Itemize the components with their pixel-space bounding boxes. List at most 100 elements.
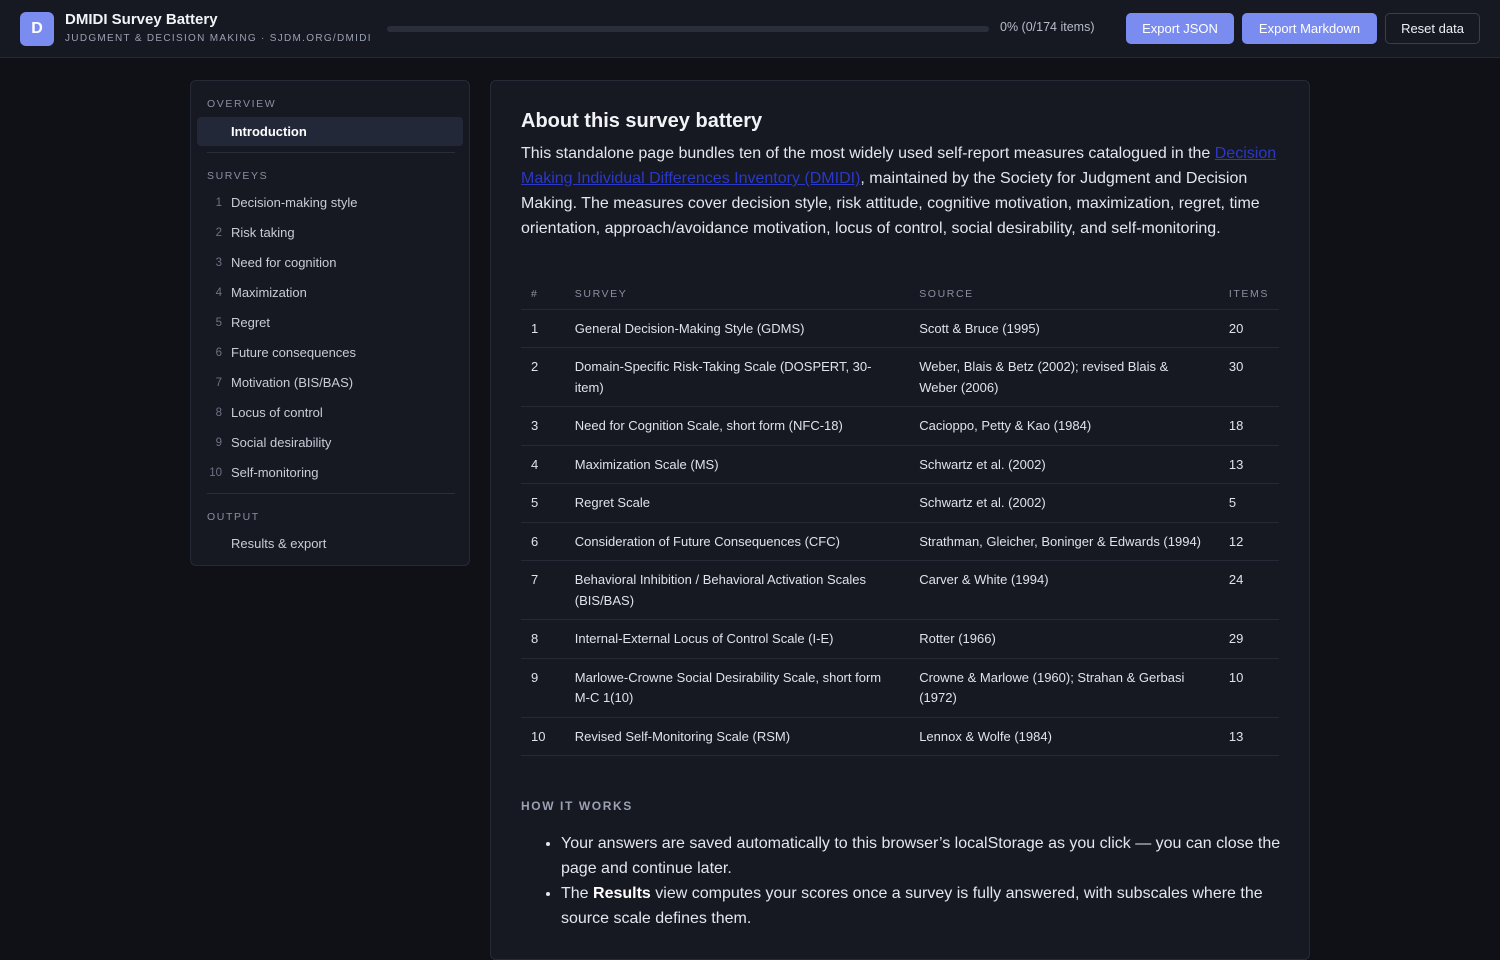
sidebar-item-need-for-cognition[interactable]: 3 Need for cognition xyxy=(197,248,463,277)
sidebar-item-number: 4 xyxy=(215,286,222,299)
cell-source: Schwartz et al. (2002) xyxy=(909,483,1219,523)
column-header-number: # xyxy=(521,280,565,310)
list-item-text: view computes your scores once a survey … xyxy=(561,885,1263,927)
sidebar-item-locus-of-control[interactable]: 8 Locus of control xyxy=(197,398,463,427)
cell-survey: General Decision-Making Style (GDMS) xyxy=(564,309,910,348)
top-bar: D DMIDI Survey Battery JUDGMENT & DECISI… xyxy=(0,0,1500,58)
app-logo: D xyxy=(20,12,54,46)
cell-source: Lennox & Wolfe (1984) xyxy=(909,717,1219,756)
sidebar-item-label: Future consequences xyxy=(231,345,357,360)
sidebar-heading-surveys: SURVEYS xyxy=(207,170,269,182)
sidebar-item-self-monitoring[interactable]: 10 Self-monitoring xyxy=(197,458,463,487)
cell-number: 9 xyxy=(521,658,565,718)
cell-items: 13 xyxy=(1218,717,1279,756)
cell-items: 13 xyxy=(1218,445,1279,484)
cell-items: 30 xyxy=(1218,347,1279,407)
sidebar-item-number: 2 xyxy=(215,226,222,239)
table-row: 4 Maximization Scale (MS) Schwartz et al… xyxy=(521,445,1279,484)
sidebar-item-label: Need for cognition xyxy=(231,255,337,270)
sidebar-item-risk-taking[interactable]: 2 Risk taking xyxy=(197,218,463,247)
cell-source: Crowne & Marlowe (1960); Strahan & Gerba… xyxy=(909,658,1219,718)
app-title: DMIDI Survey Battery xyxy=(65,11,218,28)
cell-number: 10 xyxy=(521,717,565,756)
cell-source: Carver & White (1994) xyxy=(909,560,1219,620)
sidebar-item-label: Motivation (BIS/BAS) xyxy=(231,375,354,390)
list-item: The Results view computes your scores on… xyxy=(561,881,1281,931)
how-it-works-heading: HOW IT WORKS xyxy=(521,799,633,813)
cell-source: Weber, Blais & Betz (2002); revised Blai… xyxy=(909,347,1219,407)
sidebar-item-label: Social desirability xyxy=(231,435,332,450)
sidebar-item-number: 8 xyxy=(215,406,222,419)
cell-number: 7 xyxy=(521,560,565,620)
table-row: 5 Regret Scale Schwartz et al. (2002) 5 xyxy=(521,483,1279,523)
sidebar-heading-output: OUTPUT xyxy=(207,511,260,523)
cell-survey: Regret Scale xyxy=(564,483,910,523)
cell-survey: Revised Self-Monitoring Scale (RSM) xyxy=(564,717,910,756)
cell-survey: Domain-Specific Risk-Taking Scale (DOSPE… xyxy=(564,347,910,407)
sidebar-item-label: Decision-making style xyxy=(231,195,358,210)
sidebar-item-number: 7 xyxy=(215,376,222,389)
cell-survey: Maximization Scale (MS) xyxy=(564,445,910,484)
sidebar-item-introduction[interactable]: Introduction xyxy=(197,117,463,146)
export-markdown-button[interactable]: Export Markdown xyxy=(1242,13,1377,44)
cell-survey: Behavioral Inhibition / Behavioral Activ… xyxy=(564,560,910,620)
table-row: 6 Consideration of Future Consequences (… xyxy=(521,522,1279,561)
sidebar-item-decision-making-style[interactable]: 1 Decision-making style xyxy=(197,188,463,217)
sidebar-item-regret[interactable]: 5 Regret xyxy=(197,308,463,337)
table-row: 10 Revised Self-Monitoring Scale (RSM) L… xyxy=(521,717,1279,756)
sidebar-item-label: Risk taking xyxy=(231,225,295,240)
table-row: 9 Marlowe-Crowne Social Desirability Sca… xyxy=(521,658,1279,718)
cell-number: 4 xyxy=(521,445,565,484)
sidebar-item-maximization[interactable]: 4 Maximization xyxy=(197,278,463,307)
column-header-survey: SURVEY xyxy=(564,280,910,310)
sidebar-item-results-export[interactable]: Results & export xyxy=(197,529,463,558)
cell-number: 5 xyxy=(521,483,565,523)
table-row: 2 Domain-Specific Risk-Taking Scale (DOS… xyxy=(521,347,1279,407)
cell-items: 24 xyxy=(1218,560,1279,620)
table-row: 1 General Decision-Making Style (GDMS) S… xyxy=(521,309,1279,348)
sidebar-item-label: Self-monitoring xyxy=(231,465,319,480)
sidebar-item-number: 9 xyxy=(215,436,222,449)
column-header-source: SOURCE xyxy=(909,280,1219,310)
progress-text: 0% (0/174 items) xyxy=(1000,20,1095,34)
export-json-button[interactable]: Export JSON xyxy=(1126,13,1234,44)
sidebar-item-label: Regret xyxy=(231,315,271,330)
cell-items: 12 xyxy=(1218,522,1279,561)
cell-items: 29 xyxy=(1218,619,1279,659)
table-row: 3 Need for Cognition Scale, short form (… xyxy=(521,406,1279,446)
cell-number: 1 xyxy=(521,309,565,348)
cell-items: 20 xyxy=(1218,309,1279,348)
sidebar-item-social-desirability[interactable]: 9 Social desirability xyxy=(197,428,463,457)
sidebar-item-label: Locus of control xyxy=(231,405,323,420)
app-subtitle: JUDGMENT & DECISION MAKING · SJDM.ORG/DM… xyxy=(65,33,372,44)
cell-number: 2 xyxy=(521,347,565,407)
progress-bar xyxy=(387,26,989,32)
main-panel: About this survey battery This standalon… xyxy=(490,80,1310,960)
cell-survey: Need for Cognition Scale, short form (NF… xyxy=(564,406,910,446)
cell-source: Cacioppo, Petty & Kao (1984) xyxy=(909,406,1219,446)
how-it-works-list: Your answers are saved automatically to … xyxy=(521,831,1281,931)
sidebar-divider xyxy=(207,493,455,494)
sidebar: OVERVIEW Introduction SURVEYS 1 Decision… xyxy=(190,80,470,566)
sidebar-heading-overview: OVERVIEW xyxy=(207,98,277,110)
table-header-row: # SURVEY SOURCE ITEMS xyxy=(521,280,1279,310)
intro-text-before: This standalone page bundles ten of the … xyxy=(521,145,1215,162)
column-header-items: ITEMS xyxy=(1218,280,1279,310)
sidebar-item-label: Maximization xyxy=(231,285,307,300)
reset-data-button[interactable]: Reset data xyxy=(1385,13,1480,44)
cell-source: Rotter (1966) xyxy=(909,619,1219,659)
cell-survey: Marlowe-Crowne Social Desirability Scale… xyxy=(564,658,910,718)
cell-source: Scott & Bruce (1995) xyxy=(909,309,1219,348)
cell-source: Strathman, Gleicher, Boninger & Edwards … xyxy=(909,522,1219,561)
results-emphasis: Results xyxy=(593,885,651,902)
cell-source: Schwartz et al. (2002) xyxy=(909,445,1219,484)
cell-number: 6 xyxy=(521,522,565,561)
sidebar-item-future-consequences[interactable]: 6 Future consequences xyxy=(197,338,463,367)
cell-number: 3 xyxy=(521,406,565,446)
sidebar-item-label: Results & export xyxy=(231,536,327,551)
sidebar-item-motivation[interactable]: 7 Motivation (BIS/BAS) xyxy=(197,368,463,397)
table-row: 7 Behavioral Inhibition / Behavioral Act… xyxy=(521,560,1279,620)
cell-survey: Internal-External Locus of Control Scale… xyxy=(564,619,910,659)
sidebar-item-number: 5 xyxy=(215,316,222,329)
sidebar-item-number: 3 xyxy=(215,256,222,269)
